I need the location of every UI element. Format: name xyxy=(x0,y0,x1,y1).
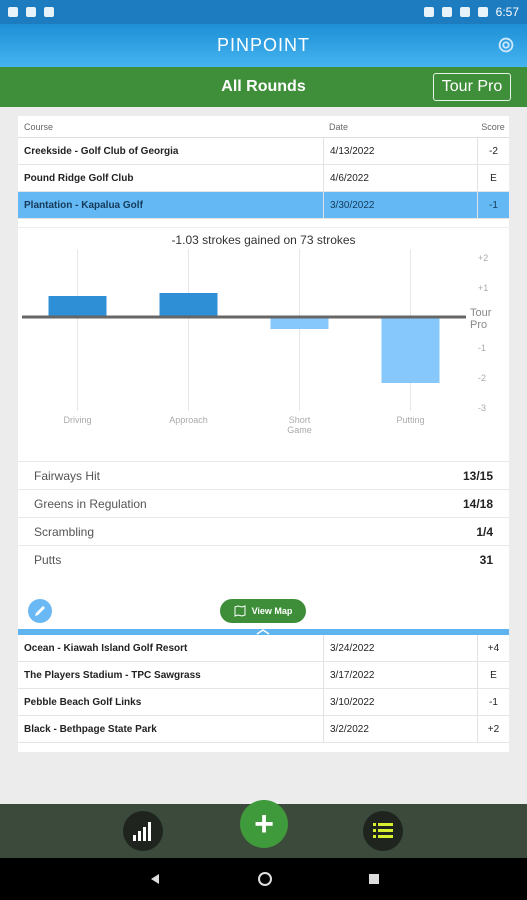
system-nav-bar xyxy=(0,858,527,900)
row-course: Black - Bethpage State Park xyxy=(24,723,157,735)
row-score: +4 xyxy=(477,635,509,661)
table-row[interactable]: Pound Ridge Golf Club 4/6/2022 E xyxy=(18,165,509,192)
edit-round-button[interactable] xyxy=(28,599,52,623)
status-time: 6:57 xyxy=(495,5,519,19)
status-bar: 6:57 xyxy=(0,0,527,24)
stats-list: Fairways Hit 13/15 Greens in Regulation … xyxy=(18,461,509,573)
x-tick-label: Approach xyxy=(169,415,208,425)
header-course: Course xyxy=(24,121,54,132)
stat-row: Putts 31 xyxy=(18,545,509,573)
battery-icon xyxy=(477,7,488,17)
y-tick-label: -2 xyxy=(478,373,486,383)
stat-value: 1/4 xyxy=(476,524,493,539)
header-date: Date xyxy=(329,121,349,132)
row-score: E xyxy=(477,165,509,191)
wifi-icon xyxy=(441,7,452,17)
stat-value: 14/18 xyxy=(462,496,493,511)
y-tick-label: +1 xyxy=(478,283,488,293)
view-map-label: View Map xyxy=(251,606,293,616)
stat-value: 13/15 xyxy=(462,468,493,483)
row-score: E xyxy=(477,662,509,688)
bar-putting xyxy=(381,317,440,383)
rounds-table: Course Date Score Creekside - Golf Club … xyxy=(18,116,509,752)
x-tick-label: Game xyxy=(287,425,312,435)
back-icon[interactable] xyxy=(148,872,162,886)
sync-notification-icon xyxy=(26,7,36,17)
list-icon xyxy=(373,823,393,838)
row-score: -1 xyxy=(477,689,509,715)
row-course: Plantation - Kapalua Golf xyxy=(24,199,143,211)
app-bar: PINPOINT xyxy=(0,24,527,67)
table-row[interactable]: Pebble Beach Golf Links 3/10/2022 -1 xyxy=(18,689,509,716)
bar-chart-icon xyxy=(133,822,151,841)
plus-icon: + xyxy=(254,804,274,843)
x-tick-label: Putting xyxy=(396,415,424,425)
baseline-label: Pro xyxy=(470,319,487,331)
row-date: 3/30/2022 xyxy=(323,192,477,218)
row-course: Pebble Beach Golf Links xyxy=(24,696,142,708)
bar-driving xyxy=(48,296,107,317)
header-score: Score xyxy=(481,121,505,132)
table-row-selected[interactable]: Plantation - Kapalua Golf 3/30/2022 -1 xyxy=(18,192,509,219)
gear-icon[interactable] xyxy=(495,34,517,56)
row-score: +2 xyxy=(477,716,509,742)
signal-icon xyxy=(459,7,470,17)
row-date: 3/17/2022 xyxy=(323,662,477,688)
x-tick-label: Driving xyxy=(63,415,91,425)
location-icon xyxy=(423,7,434,17)
row-date: 4/6/2022 xyxy=(323,165,477,191)
row-date: 3/24/2022 xyxy=(323,635,477,661)
strokes-gained-summary: -1.03 strokes gained on 73 strokes xyxy=(18,227,509,249)
stat-row: Greens in Regulation 14/18 xyxy=(18,489,509,517)
app-logo: PINPOINT xyxy=(216,35,310,55)
tour-pro-button[interactable]: Tour Pro xyxy=(433,73,511,101)
map-icon xyxy=(234,605,246,617)
y-tick-label: +2 xyxy=(478,253,488,263)
home-icon[interactable] xyxy=(257,871,273,887)
bar-short-game xyxy=(270,317,329,329)
rounds-list-nav-button[interactable] xyxy=(363,811,403,851)
recents-icon[interactable] xyxy=(368,873,380,885)
settings-notification-icon xyxy=(8,7,18,17)
row-course: The Players Stadium - TPC Sawgrass xyxy=(24,669,201,681)
stat-label: Greens in Regulation xyxy=(34,496,147,511)
y-tick-label: -1 xyxy=(478,343,486,353)
stat-label: Scrambling xyxy=(34,524,95,539)
row-score: -2 xyxy=(477,138,509,164)
add-round-button[interactable]: + xyxy=(240,800,288,848)
table-row[interactable]: Ocean - Kiawah Island Golf Resort 3/24/2… xyxy=(18,635,509,662)
table-header: Course Date Score xyxy=(18,116,509,138)
stats-nav-button[interactable] xyxy=(123,811,163,851)
row-date: 3/2/2022 xyxy=(323,716,477,742)
row-course: Pound Ridge Golf Club xyxy=(24,172,134,184)
chart-svg: +2 +1 -1 -2 -3 Driving Approach ShortGame Puttin… xyxy=(22,249,492,435)
pencil-icon xyxy=(35,606,45,616)
row-course: Ocean - Kiawah Island Golf Resort xyxy=(24,642,188,654)
stat-row: Fairways Hit 13/15 xyxy=(18,461,509,489)
bottom-nav: + xyxy=(0,800,527,858)
view-map-button[interactable]: View Map xyxy=(220,599,306,623)
row-date: 4/13/2022 xyxy=(323,138,477,164)
sd-card-icon xyxy=(44,7,54,17)
table-row[interactable]: Creekside - Golf Club of Georgia 4/13/20… xyxy=(18,138,509,165)
y-tick-label: -3 xyxy=(478,403,486,413)
x-tick-label: Short xyxy=(289,415,311,425)
chevron-up-icon[interactable] xyxy=(253,629,273,635)
stat-label: Putts xyxy=(34,552,62,567)
stat-row: Scrambling 1/4 xyxy=(18,517,509,545)
row-course: Creekside - Golf Club of Georgia xyxy=(24,145,179,157)
bar-approach xyxy=(159,293,218,317)
row-score: -1 xyxy=(477,192,509,218)
page-title: All Rounds xyxy=(221,78,306,95)
baseline-label: Tour xyxy=(470,307,492,319)
strokes-gained-chart: +2 +1 -1 -2 -3 Driving Approach Short Game Puttin… xyxy=(18,247,509,437)
row-date: 3/10/2022 xyxy=(323,689,477,715)
table-row[interactable]: The Players Stadium - TPC Sawgrass 3/17/… xyxy=(18,662,509,689)
round-detail-panel: -1.03 strokes gained on 73 strokes +2 +1 -… xyxy=(18,219,509,635)
table-row[interactable]: Black - Bethpage State Park 3/2/2022 +2 xyxy=(18,716,509,743)
stat-label: Fairways Hit xyxy=(34,468,101,483)
title-bar: All Rounds Tour Pro xyxy=(0,67,527,107)
stat-value: 31 xyxy=(479,552,493,567)
